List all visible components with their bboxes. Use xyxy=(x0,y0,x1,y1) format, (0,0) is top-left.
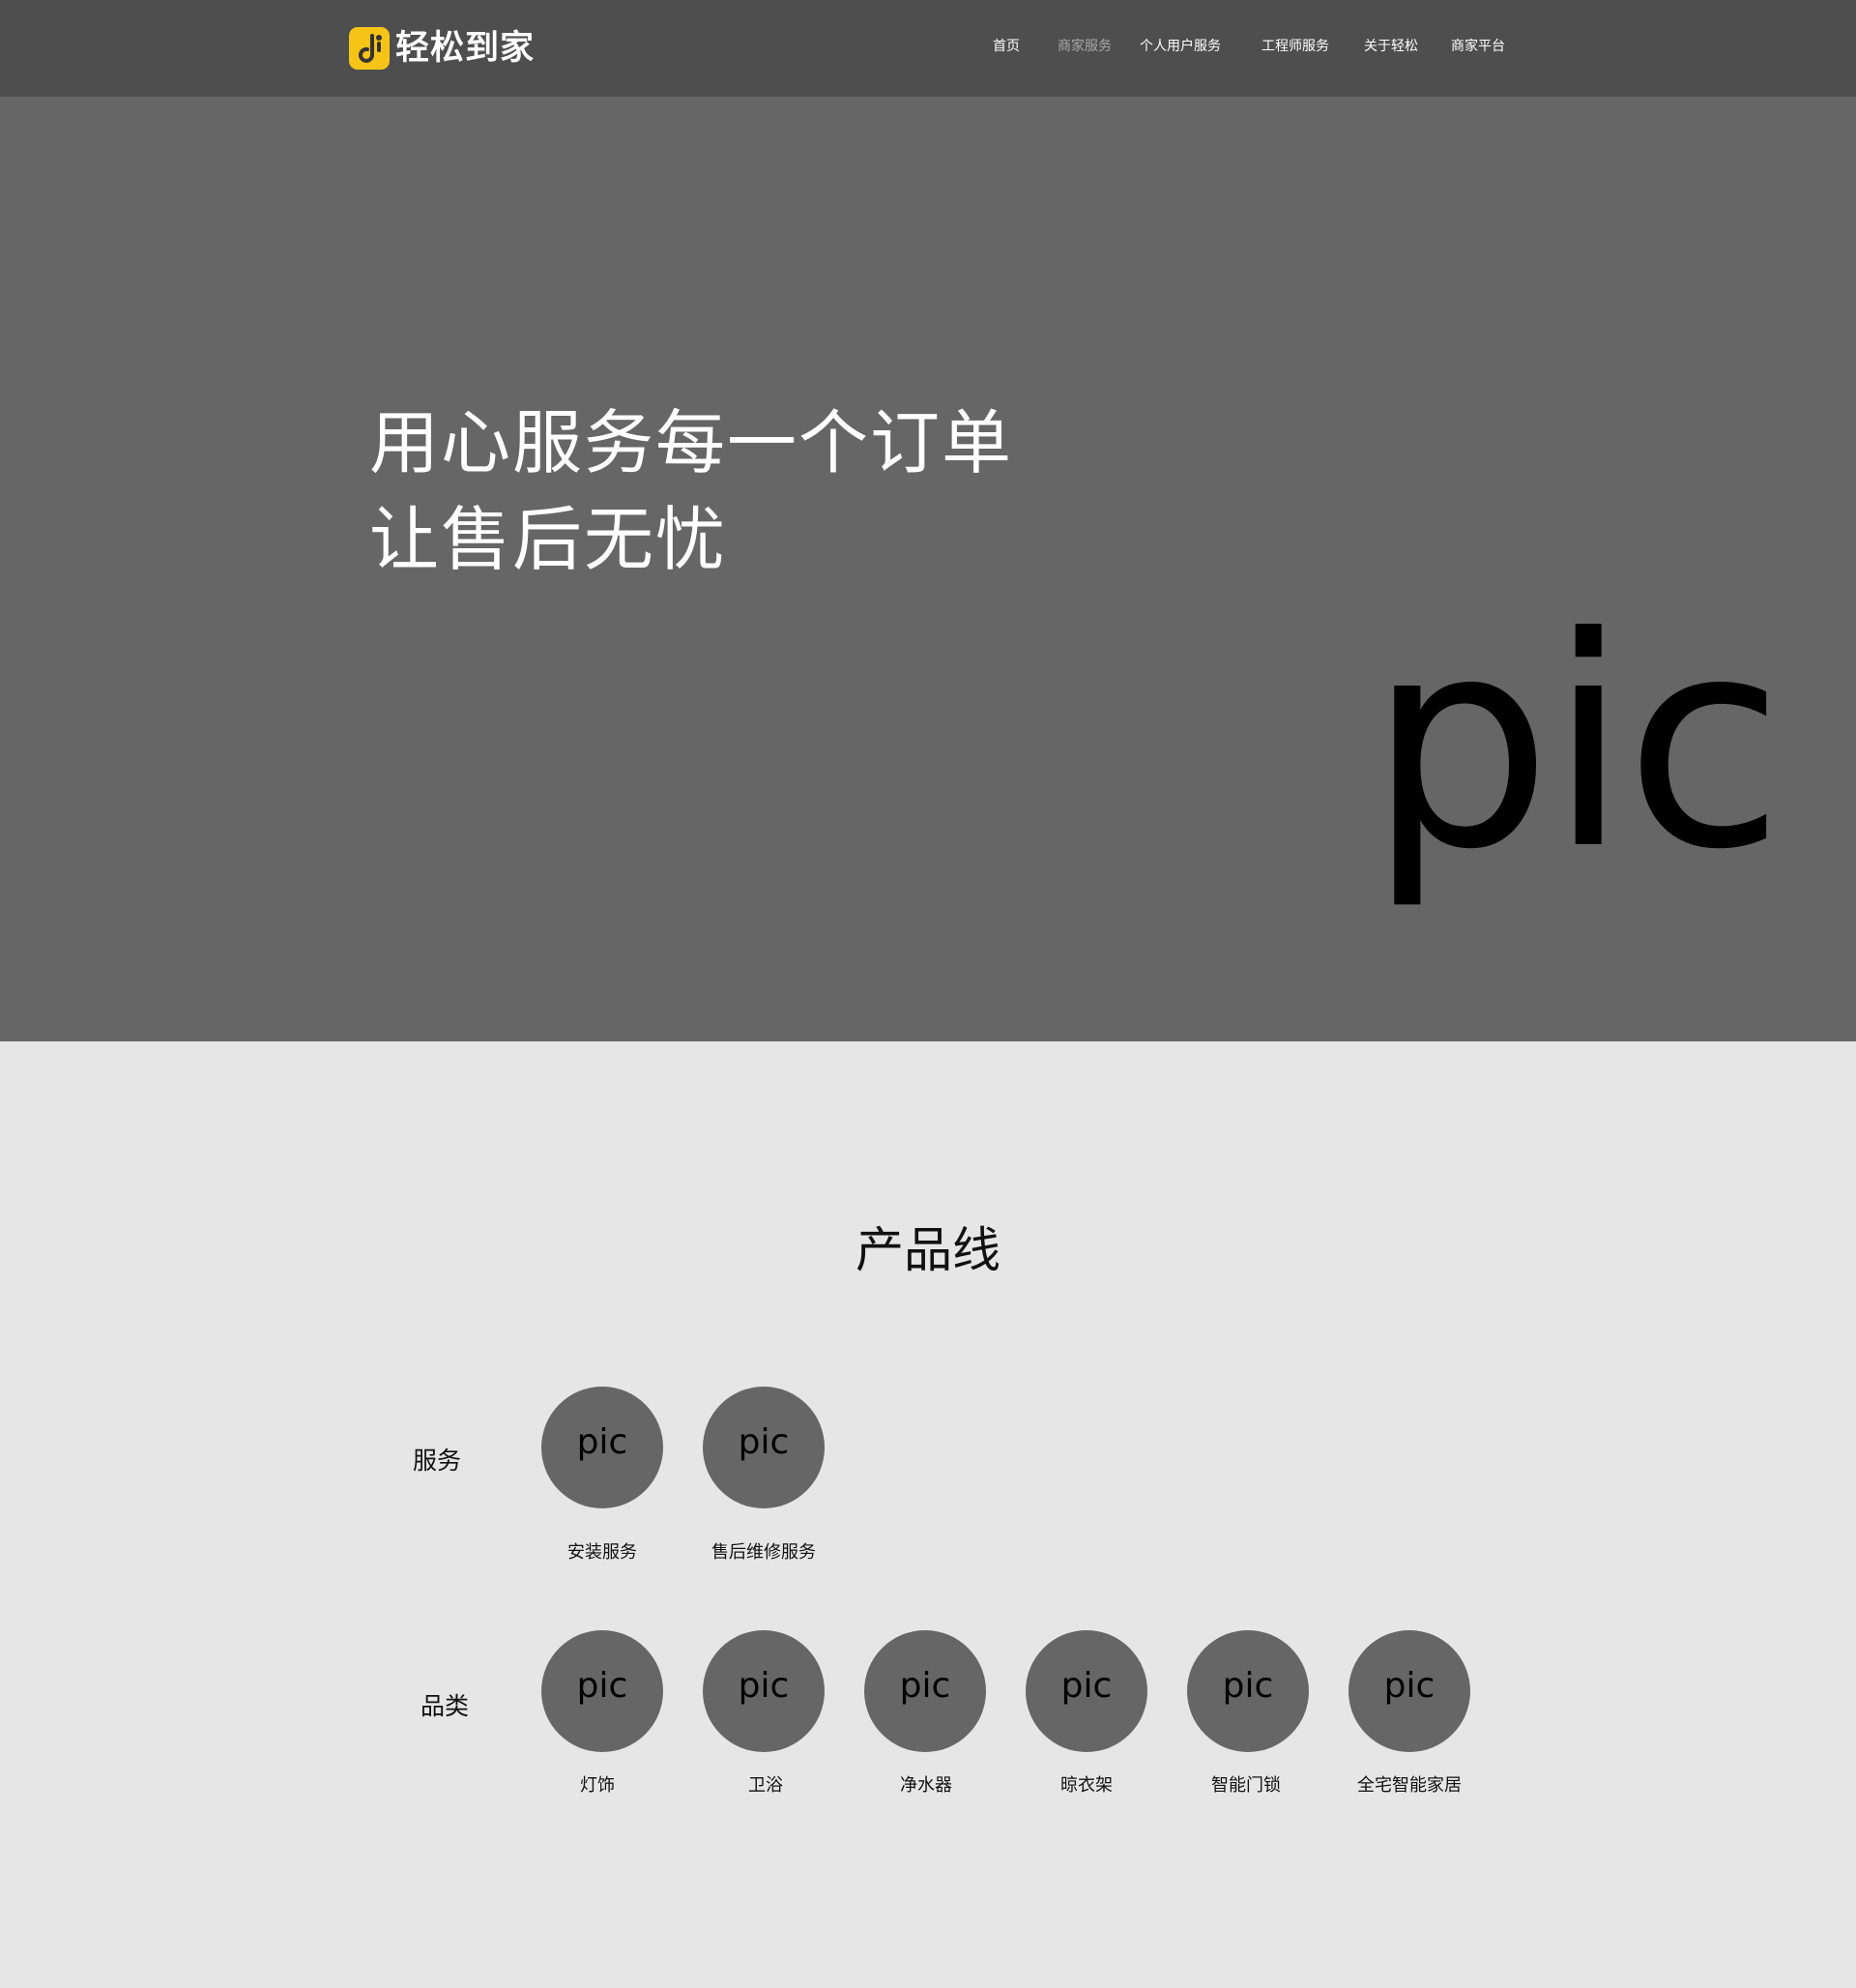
image-placeholder-label: pic xyxy=(899,1666,951,1706)
image-placeholder-label: pic xyxy=(1222,1666,1274,1706)
category-lighting-image[interactable]: pic xyxy=(541,1630,663,1752)
nav-item-engineer-services[interactable]: 工程师服务 xyxy=(1262,37,1329,56)
image-placeholder-label: pic xyxy=(576,1422,628,1462)
nav-item-home[interactable]: 首页 xyxy=(993,37,1020,56)
music-note-logo-icon xyxy=(349,27,390,70)
image-placeholder-label: pic xyxy=(1383,1666,1436,1706)
brand-name: 轻松到家 xyxy=(395,29,536,68)
image-placeholder-label: pic xyxy=(576,1666,628,1706)
category-water-purifier-image[interactable]: pic xyxy=(864,1630,986,1752)
hero-banner: 用心服务每一个订单 让售后无忧 pic xyxy=(0,97,1856,1041)
services-row-label: 服务 xyxy=(413,1447,462,1475)
nav-item-personal-services[interactable]: 个人用户服务 xyxy=(1140,37,1221,56)
nav-item-about[interactable]: 关于轻松 xyxy=(1364,37,1418,56)
image-placeholder-label: pic xyxy=(738,1422,790,1462)
category-smart-lock-image[interactable]: pic xyxy=(1187,1630,1309,1752)
category-clothes-rack-image[interactable]: pic xyxy=(1026,1630,1147,1752)
image-placeholder-label: pic xyxy=(738,1666,790,1706)
category-smart-home-image[interactable]: pic xyxy=(1348,1630,1470,1752)
nav-item-merchant-platform[interactable]: 商家平台 xyxy=(1451,37,1505,56)
hero-headline: 用心服务每一个订单 xyxy=(369,402,1014,483)
image-placeholder-label: pic xyxy=(1060,1666,1113,1706)
hero-subheadline: 让售后无忧 xyxy=(369,499,728,580)
hero-image-placeholder: pic xyxy=(1368,575,1784,913)
section-title: 产品线 xyxy=(856,1222,1000,1278)
nav-item-merchant-services[interactable]: 商家服务 xyxy=(1058,37,1112,56)
category-lighting-caption[interactable]: 灯饰 xyxy=(501,1773,694,1798)
service-repair-image[interactable]: pic xyxy=(703,1387,825,1508)
service-repair-caption[interactable]: 售后维修服务 xyxy=(667,1540,860,1565)
category-smart-home-caption[interactable]: 全宅智能家居 xyxy=(1313,1773,1506,1798)
categories-row-label: 品类 xyxy=(420,1692,470,1720)
brand-logo[interactable]: 轻松到家 xyxy=(349,26,535,71)
top-navigation-bar: 轻松到家 首页 商家服务 个人用户服务 工程师服务 关于轻松 商家平台 xyxy=(0,0,1856,97)
category-bathroom-image[interactable]: pic xyxy=(703,1630,825,1752)
service-install-image[interactable]: pic xyxy=(541,1387,663,1508)
